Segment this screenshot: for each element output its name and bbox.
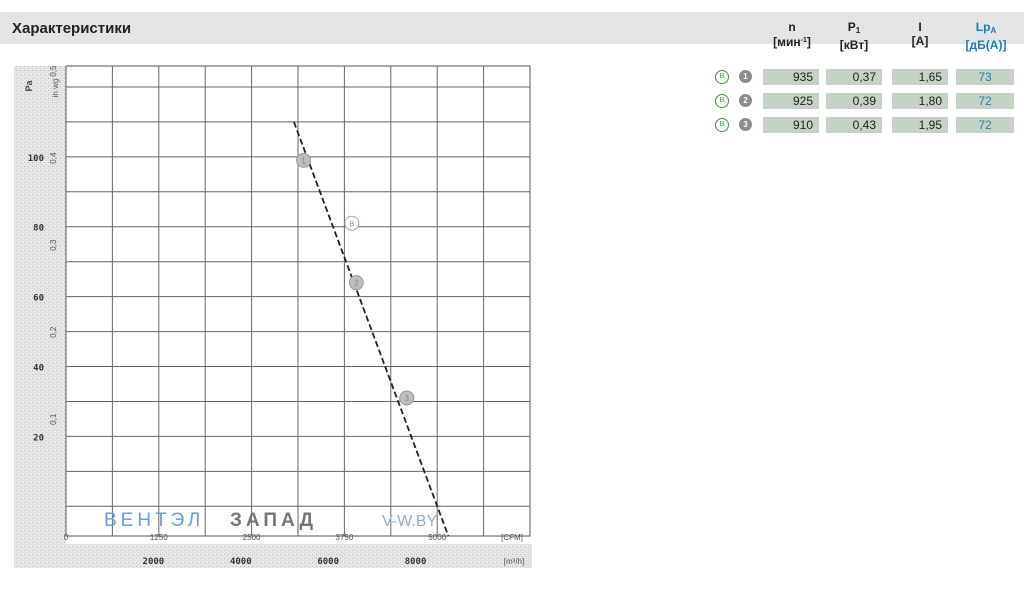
current-value: 1,95 bbox=[892, 117, 948, 133]
sound-symbol-sub: A bbox=[990, 26, 997, 35]
column-header-sound: LpA [дБ(A)] bbox=[952, 20, 1020, 52]
speed-unit: [мин-1] bbox=[773, 35, 811, 49]
operating-point-badge: B bbox=[715, 94, 729, 108]
power-symbol-sub: 1 bbox=[855, 26, 861, 35]
speed-value: 910 bbox=[763, 117, 819, 133]
speed-value: 925 bbox=[763, 93, 819, 109]
x-axis-band bbox=[14, 544, 532, 568]
y-secondary-tick-label: 0,1 bbox=[49, 413, 58, 425]
sound-value: 72 bbox=[956, 93, 1014, 109]
x-bottom-tick-label: 2000 bbox=[143, 557, 165, 567]
sound-unit: [дБ(A)] bbox=[965, 38, 1007, 52]
column-header-speed: n [мин-1] bbox=[762, 20, 822, 49]
operating-point-b-label: B bbox=[349, 221, 354, 228]
x-bottom-tick-label: 8000 bbox=[405, 557, 427, 567]
y-secondary-tick-label: 0,2 bbox=[49, 326, 58, 338]
y-tick-label: 60 bbox=[33, 294, 44, 304]
x-unit-label: [CFM] bbox=[501, 533, 523, 542]
watermark-part2: ЗАПАД bbox=[230, 510, 317, 531]
y-tick-label: 40 bbox=[33, 364, 44, 374]
current-value: 1,65 bbox=[892, 69, 948, 85]
operating-point-label: 3 bbox=[405, 394, 410, 403]
x-bottom-tick-label: 6000 bbox=[317, 557, 339, 567]
y-tick-label: 100 bbox=[28, 154, 44, 164]
fan-performance-chart: 1 B 2 3 20 40 60 80 100 0,1 0,2 0,3 0,4 0,5 Pa in wg 0 1… bbox=[14, 65, 532, 568]
column-header-power: P1 [кВт] bbox=[826, 20, 882, 52]
y-axis-band bbox=[14, 66, 66, 552]
x-tick-label: 1250 bbox=[150, 533, 168, 542]
speed-symbol: n bbox=[788, 20, 796, 34]
current-unit: [A] bbox=[911, 34, 929, 48]
y-axis-label: Pa bbox=[24, 80, 34, 92]
x-tick-label: 3750 bbox=[336, 533, 354, 542]
current-symbol: I bbox=[918, 20, 922, 34]
y-tick-label: 80 bbox=[33, 224, 44, 234]
y-secondary-tick-label: 0,5 bbox=[49, 65, 58, 77]
power-value: 0,37 bbox=[826, 69, 882, 85]
y-secondary-tick-label: 0,4 bbox=[49, 152, 58, 164]
y-secondary-tick-label: 0,3 bbox=[49, 239, 58, 251]
x-tick-label: 5000 bbox=[428, 533, 446, 542]
sound-value: 73 bbox=[956, 69, 1014, 85]
operating-point-label: 1 bbox=[301, 156, 306, 165]
operating-point-badge: B bbox=[715, 70, 729, 84]
section-title: Характеристики bbox=[12, 20, 132, 37]
power-symbol: P bbox=[847, 20, 856, 34]
x-tick-label: 2500 bbox=[243, 533, 261, 542]
power-value: 0,43 bbox=[826, 117, 882, 133]
watermark: ВЕНТЭЛ ЗАПАД V-W.BY bbox=[104, 510, 437, 531]
operating-point-number: 3 bbox=[739, 118, 752, 131]
x-tick-label: 0 bbox=[64, 533, 69, 542]
operating-point-number: 1 bbox=[739, 70, 752, 83]
column-header-current: I [A] bbox=[892, 20, 948, 48]
operating-point-label: 2 bbox=[354, 279, 359, 288]
y-secondary-axis-label: in wg bbox=[51, 79, 60, 98]
power-unit: [кВт] bbox=[839, 38, 869, 52]
x-bottom-unit-label: [m³/h] bbox=[504, 557, 524, 566]
sound-value: 72 bbox=[956, 117, 1014, 133]
current-value: 1,80 bbox=[892, 93, 948, 109]
speed-value: 935 bbox=[763, 69, 819, 85]
power-value: 0,39 bbox=[826, 93, 882, 109]
x-bottom-tick-label: 4000 bbox=[230, 557, 252, 567]
watermark-part1: ВЕНТЭЛ bbox=[104, 510, 204, 531]
operating-point-number: 2 bbox=[739, 94, 752, 107]
y-tick-label: 20 bbox=[33, 433, 44, 443]
operating-point-badge: B bbox=[715, 118, 729, 132]
watermark-part3: V-W.BY bbox=[382, 513, 437, 530]
sound-symbol: Lp bbox=[975, 20, 991, 34]
